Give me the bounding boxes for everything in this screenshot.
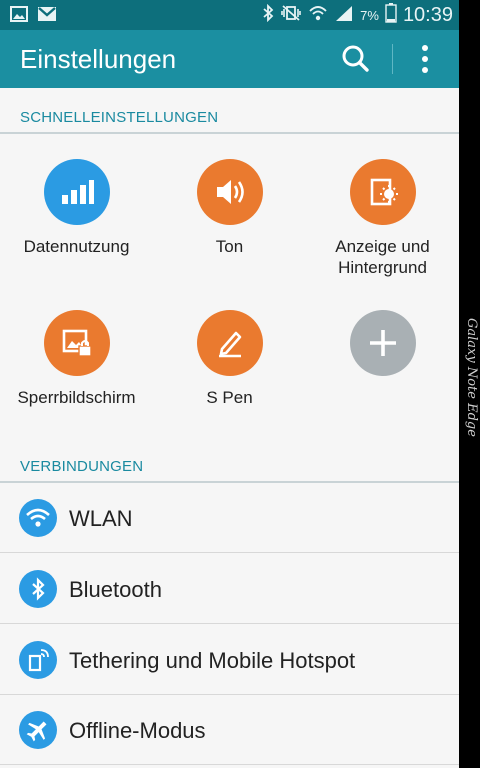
list-item-label: Bluetooth xyxy=(69,577,162,602)
tile-datennutzung[interactable]: Datennutzung xyxy=(0,159,153,257)
vibrate-mute-icon xyxy=(280,4,302,27)
image-notification-icon xyxy=(10,6,28,27)
list-item-wlan[interactable]: WLAN xyxy=(0,483,459,553)
overflow-menu-icon xyxy=(422,45,428,73)
wifi-icon xyxy=(308,4,328,27)
battery-percent: 7% xyxy=(360,7,379,23)
s-pen-icon xyxy=(196,310,263,376)
bluetooth-icon xyxy=(262,3,274,27)
search-icon xyxy=(342,45,369,72)
airplane-icon xyxy=(19,711,57,749)
wifi-icon xyxy=(19,499,57,537)
data-usage-icon xyxy=(43,159,110,225)
edge-brand-text: Galaxy Note Edge xyxy=(464,318,479,437)
overflow-menu-button[interactable] xyxy=(410,41,440,77)
tile-add[interactable] xyxy=(306,310,459,376)
tethering-icon xyxy=(19,641,57,679)
clock: 10:39 xyxy=(402,3,453,26)
tile-label: Sperrbildschirm xyxy=(17,388,136,407)
add-icon xyxy=(349,310,416,376)
tile-sperrbildschirm[interactable]: Sperrbildschirm xyxy=(0,310,153,408)
tile-s-pen[interactable]: S Pen xyxy=(153,310,306,408)
lock-screen-icon xyxy=(43,310,110,376)
quick-settings-header: SCHNELLEINSTELLUNGEN xyxy=(20,109,219,126)
page-title: Einstellungen xyxy=(20,44,177,74)
list-item-label: Offline-Modus xyxy=(69,718,206,743)
divider xyxy=(0,623,459,624)
tile-anzeige-und-hintergrund[interactable]: Anzeige und Hintergrund xyxy=(306,159,459,278)
tile-label: Ton xyxy=(215,237,244,256)
divider xyxy=(0,764,459,765)
list-item-label: WLAN xyxy=(69,506,133,531)
tile-label: Anzeige und Hintergrund xyxy=(335,237,430,277)
list-item-tethering[interactable]: Tethering und Mobile Hotspot xyxy=(0,625,459,695)
battery-icon xyxy=(385,2,397,28)
mail-notification-icon xyxy=(37,6,57,27)
connections-header: VERBINDUNGEN xyxy=(20,458,144,475)
display-icon xyxy=(349,159,416,225)
search-button[interactable] xyxy=(338,41,374,77)
tile-label: S Pen xyxy=(206,388,253,407)
status-bar: 7% 10:39 xyxy=(0,0,459,30)
sound-icon xyxy=(196,159,263,225)
tile-label: Datennutzung xyxy=(23,237,130,256)
signal-icon xyxy=(334,4,354,27)
action-bar-divider xyxy=(392,44,393,74)
divider xyxy=(0,552,459,553)
list-item-offline-modus[interactable]: Offline-Modus xyxy=(0,695,459,765)
list-item-bluetooth[interactable]: Bluetooth xyxy=(0,554,459,624)
section-divider xyxy=(0,132,459,134)
action-bar: Einstellungen xyxy=(0,30,459,88)
settings-screen: 7% 10:39 Einstellungen SCHNELLEINSTELLUN… xyxy=(0,0,459,768)
list-item-label: Tethering und Mobile Hotspot xyxy=(69,648,356,673)
bluetooth-icon xyxy=(19,570,57,608)
tile-ton[interactable]: Ton xyxy=(153,159,306,257)
